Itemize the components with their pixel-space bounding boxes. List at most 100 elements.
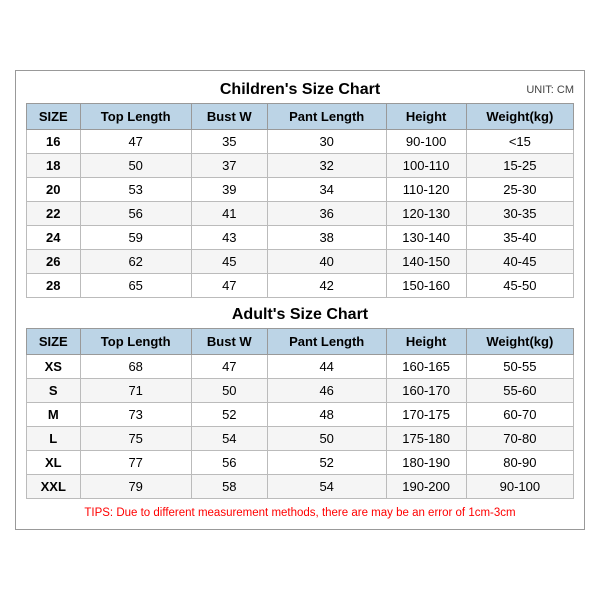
table-cell: 59 [80,226,191,250]
tips-text: TIPS: Due to different measurement metho… [26,507,574,519]
table-cell: 55-60 [466,379,573,403]
table-cell: 52 [191,403,267,427]
table-cell: XL [27,451,81,475]
table-cell: 43 [191,226,267,250]
table-cell: 40 [267,250,386,274]
table-cell: 54 [267,475,386,499]
table-cell: 50-55 [466,355,573,379]
table-row: L755450175-18070-80 [27,427,574,451]
table-cell: 32 [267,154,386,178]
table-cell: 65 [80,274,191,298]
table-cell: 40-45 [466,250,573,274]
col-header-bust-w: Bust W [191,104,267,130]
table-cell: 46 [267,379,386,403]
table-cell: 71 [80,379,191,403]
children-title-row: Children's Size Chart UNIT: CM [26,81,574,99]
table-row: 24594338130-14035-40 [27,226,574,250]
table-cell: 25-30 [466,178,573,202]
table-cell: 45-50 [466,274,573,298]
table-row: 20533934110-12025-30 [27,178,574,202]
table-cell: M [27,403,81,427]
table-cell: 180-190 [386,451,466,475]
table-cell: 160-170 [386,379,466,403]
table-row: XL775652180-19080-90 [27,451,574,475]
table-row: 22564136120-13030-35 [27,202,574,226]
adult-col-header-top-length: Top Length [80,329,191,355]
table-cell: 47 [80,130,191,154]
col-header-size: SIZE [27,104,81,130]
table-cell: 68 [80,355,191,379]
table-cell: 50 [80,154,191,178]
table-cell: 73 [80,403,191,427]
table-cell: 79 [80,475,191,499]
table-cell: 28 [27,274,81,298]
adult-col-header-height: Height [386,329,466,355]
table-cell: 75 [80,427,191,451]
table-cell: 44 [267,355,386,379]
children-title: Children's Size Chart [220,81,380,99]
table-cell: 80-90 [466,451,573,475]
table-cell: XXL [27,475,81,499]
table-cell: 50 [267,427,386,451]
table-cell: 110-120 [386,178,466,202]
table-cell: 90-100 [386,130,466,154]
table-cell: 53 [80,178,191,202]
table-cell: 41 [191,202,267,226]
table-cell: 52 [267,451,386,475]
table-cell: 50 [191,379,267,403]
table-cell: 35-40 [466,226,573,250]
adults-section: Adult's Size Chart SIZE Top Length Bust … [26,306,574,499]
table-cell: 24 [27,226,81,250]
table-row: XS684744160-16550-55 [27,355,574,379]
col-header-weight: Weight(kg) [466,104,573,130]
table-row: S715046160-17055-60 [27,379,574,403]
unit-label: UNIT: CM [526,84,574,96]
table-cell: 30 [267,130,386,154]
table-cell: 26 [27,250,81,274]
table-cell: <15 [466,130,573,154]
table-cell: XS [27,355,81,379]
table-cell: 170-175 [386,403,466,427]
table-cell: 35 [191,130,267,154]
table-cell: 36 [267,202,386,226]
adults-title: Adult's Size Chart [232,306,368,324]
adult-col-header-weight: Weight(kg) [466,329,573,355]
table-cell: 70-80 [466,427,573,451]
table-cell: 30-35 [466,202,573,226]
adult-col-header-size: SIZE [27,329,81,355]
table-cell: 18 [27,154,81,178]
table-row: 26624540140-15040-45 [27,250,574,274]
table-cell: 62 [80,250,191,274]
table-cell: L [27,427,81,451]
table-cell: 190-200 [386,475,466,499]
children-header-row: SIZE Top Length Bust W Pant Length Heigh… [27,104,574,130]
adult-col-header-pant-length: Pant Length [267,329,386,355]
table-cell: 60-70 [466,403,573,427]
table-cell: 42 [267,274,386,298]
table-cell: 100-110 [386,154,466,178]
table-cell: 175-180 [386,427,466,451]
table-cell: 58 [191,475,267,499]
table-cell: 160-165 [386,355,466,379]
table-row: M735248170-17560-70 [27,403,574,427]
adults-size-table: SIZE Top Length Bust W Pant Length Heigh… [26,328,574,499]
table-cell: 56 [80,202,191,226]
table-cell: 54 [191,427,267,451]
table-cell: 90-100 [466,475,573,499]
table-row: 1647353090-100<15 [27,130,574,154]
table-cell: 37 [191,154,267,178]
table-cell: 77 [80,451,191,475]
table-cell: 39 [191,178,267,202]
table-cell: 150-160 [386,274,466,298]
table-cell: 47 [191,274,267,298]
table-row: XXL795854190-20090-100 [27,475,574,499]
adult-col-header-bust-w: Bust W [191,329,267,355]
table-cell: 47 [191,355,267,379]
table-row: 18503732100-11015-25 [27,154,574,178]
table-cell: 130-140 [386,226,466,250]
table-cell: 34 [267,178,386,202]
col-header-height: Height [386,104,466,130]
table-cell: S [27,379,81,403]
adults-header-row: SIZE Top Length Bust W Pant Length Heigh… [27,329,574,355]
table-cell: 22 [27,202,81,226]
